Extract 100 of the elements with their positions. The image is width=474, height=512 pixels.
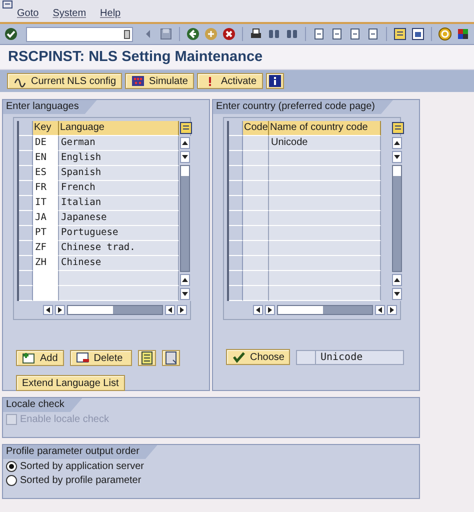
save-icon[interactable] — [159, 27, 174, 41]
row-selector[interactable] — [19, 151, 33, 166]
row-selector[interactable] — [229, 226, 243, 241]
back-icon[interactable] — [186, 27, 200, 41]
radio-button[interactable] — [6, 461, 17, 472]
deselect-all-icon[interactable] — [162, 350, 180, 366]
scrollbar-track[interactable] — [277, 305, 373, 315]
delete-button[interactable]: Delete — [70, 350, 132, 366]
extend-button[interactable]: Extend Language List — [16, 375, 125, 391]
scroll-up-button[interactable] — [180, 137, 190, 149]
row-selector[interactable] — [229, 181, 243, 196]
info-icon[interactable] — [266, 73, 284, 89]
scrollbar-track[interactable] — [67, 305, 163, 315]
scroll-up-button[interactable] — [392, 274, 402, 286]
select-all-cell[interactable] — [19, 121, 33, 136]
down-arrow-icon — [394, 155, 400, 159]
scroll-up-button[interactable] — [392, 137, 402, 149]
radio-button[interactable] — [6, 475, 17, 486]
menu-item[interactable]: System — [52, 8, 86, 19]
table-cell: Unicode — [269, 136, 381, 151]
row-selector[interactable] — [19, 286, 33, 301]
customize-layout-icon[interactable] — [456, 27, 470, 41]
column-header[interactable]: Key — [33, 121, 59, 136]
scroll-right-button[interactable] — [387, 305, 397, 315]
row-selector[interactable] — [229, 151, 243, 166]
add-button[interactable]: Add — [16, 350, 64, 366]
select-all-cell[interactable] — [229, 121, 243, 136]
document-icon[interactable] — [124, 30, 130, 38]
choose-button[interactable]: Choose — [226, 349, 290, 365]
last-page-icon[interactable] — [366, 27, 380, 41]
row-selector[interactable] — [19, 166, 33, 181]
next-page-icon[interactable] — [348, 27, 362, 41]
row-selector[interactable] — [229, 196, 243, 211]
scroll-thumb[interactable] — [278, 306, 324, 314]
row-selector[interactable] — [19, 271, 33, 286]
table-cell: FR — [33, 181, 59, 196]
scroll-up-button[interactable] — [180, 274, 190, 286]
left-arrow-icon — [168, 307, 172, 313]
row-selector[interactable] — [229, 271, 243, 286]
code-page-field[interactable]: Unicode — [296, 350, 404, 364]
row-selector[interactable] — [19, 241, 33, 256]
up-arrow-icon — [394, 278, 400, 282]
row-selector[interactable] — [19, 196, 33, 211]
group-title: Locale check — [3, 398, 82, 412]
left-arrow-icon — [256, 307, 260, 313]
row-selector[interactable] — [229, 256, 243, 271]
previous-page-icon[interactable] — [330, 27, 344, 41]
row-selector[interactable] — [229, 286, 243, 301]
table-cell: Chinese trad. — [59, 241, 179, 256]
table-cell: Portuguese — [59, 226, 179, 241]
scroll-thumb[interactable] — [68, 306, 114, 314]
row-selector[interactable] — [19, 211, 33, 226]
row-selector[interactable] — [229, 241, 243, 256]
toolbar-button[interactable]: Simulate — [125, 73, 194, 89]
up-arrow-icon — [394, 141, 400, 145]
first-page-icon[interactable] — [312, 27, 326, 41]
scroll-right-button[interactable] — [265, 305, 275, 315]
menu-item[interactable]: Goto — [17, 8, 39, 19]
scroll-thumb[interactable] — [181, 166, 189, 176]
row-selector[interactable] — [19, 181, 33, 196]
group-title: Enter languages — [3, 100, 97, 114]
column-header[interactable]: Language — [59, 121, 179, 136]
scroll-left-button[interactable] — [43, 305, 53, 315]
scroll-thumb[interactable] — [393, 166, 401, 176]
up-arrow-icon — [182, 278, 188, 282]
select-all-icon[interactable] — [138, 350, 156, 366]
scroll-down-button[interactable] — [392, 288, 402, 300]
row-selector[interactable] — [229, 211, 243, 226]
toolbar-button[interactable]: Activate — [196, 73, 263, 89]
scroll-right-button[interactable] — [55, 305, 65, 315]
scroll-left-button[interactable] — [165, 305, 175, 315]
scroll-down-button[interactable] — [180, 151, 190, 163]
scroll-right-button[interactable] — [177, 305, 187, 315]
cancel-icon[interactable] — [222, 27, 236, 41]
scroll-left-button[interactable] — [375, 305, 385, 315]
scroll-left-button[interactable] — [253, 305, 263, 315]
row-selector[interactable] — [19, 256, 33, 271]
command-field[interactable] — [26, 26, 134, 42]
row-selector[interactable] — [19, 226, 33, 241]
scroll-down-button[interactable] — [180, 288, 190, 300]
table-cell: PT — [33, 226, 59, 241]
column-header[interactable]: Code — [243, 121, 269, 136]
radio-label: Sorted by application server — [20, 461, 144, 472]
down-arrow-icon — [182, 292, 188, 296]
delete-row-icon — [76, 351, 90, 365]
column-header[interactable]: Name of country code — [269, 121, 381, 136]
check-icon[interactable] — [4, 27, 18, 41]
table-cell: French — [59, 181, 179, 196]
table-cell — [243, 256, 269, 271]
toolbar-button[interactable]: Current NLS config — [7, 73, 122, 89]
right-arrow-icon — [268, 307, 272, 313]
table-cell — [243, 151, 269, 166]
group-title: Profile parameter output order — [3, 445, 158, 459]
row-selector[interactable] — [229, 136, 243, 151]
print-icon[interactable] — [249, 27, 264, 41]
menu-item[interactable]: Help — [100, 8, 121, 19]
row-selector[interactable] — [19, 136, 33, 151]
scroll-down-button[interactable] — [392, 151, 402, 163]
row-selector[interactable] — [229, 166, 243, 181]
exclamation-icon — [208, 76, 211, 86]
